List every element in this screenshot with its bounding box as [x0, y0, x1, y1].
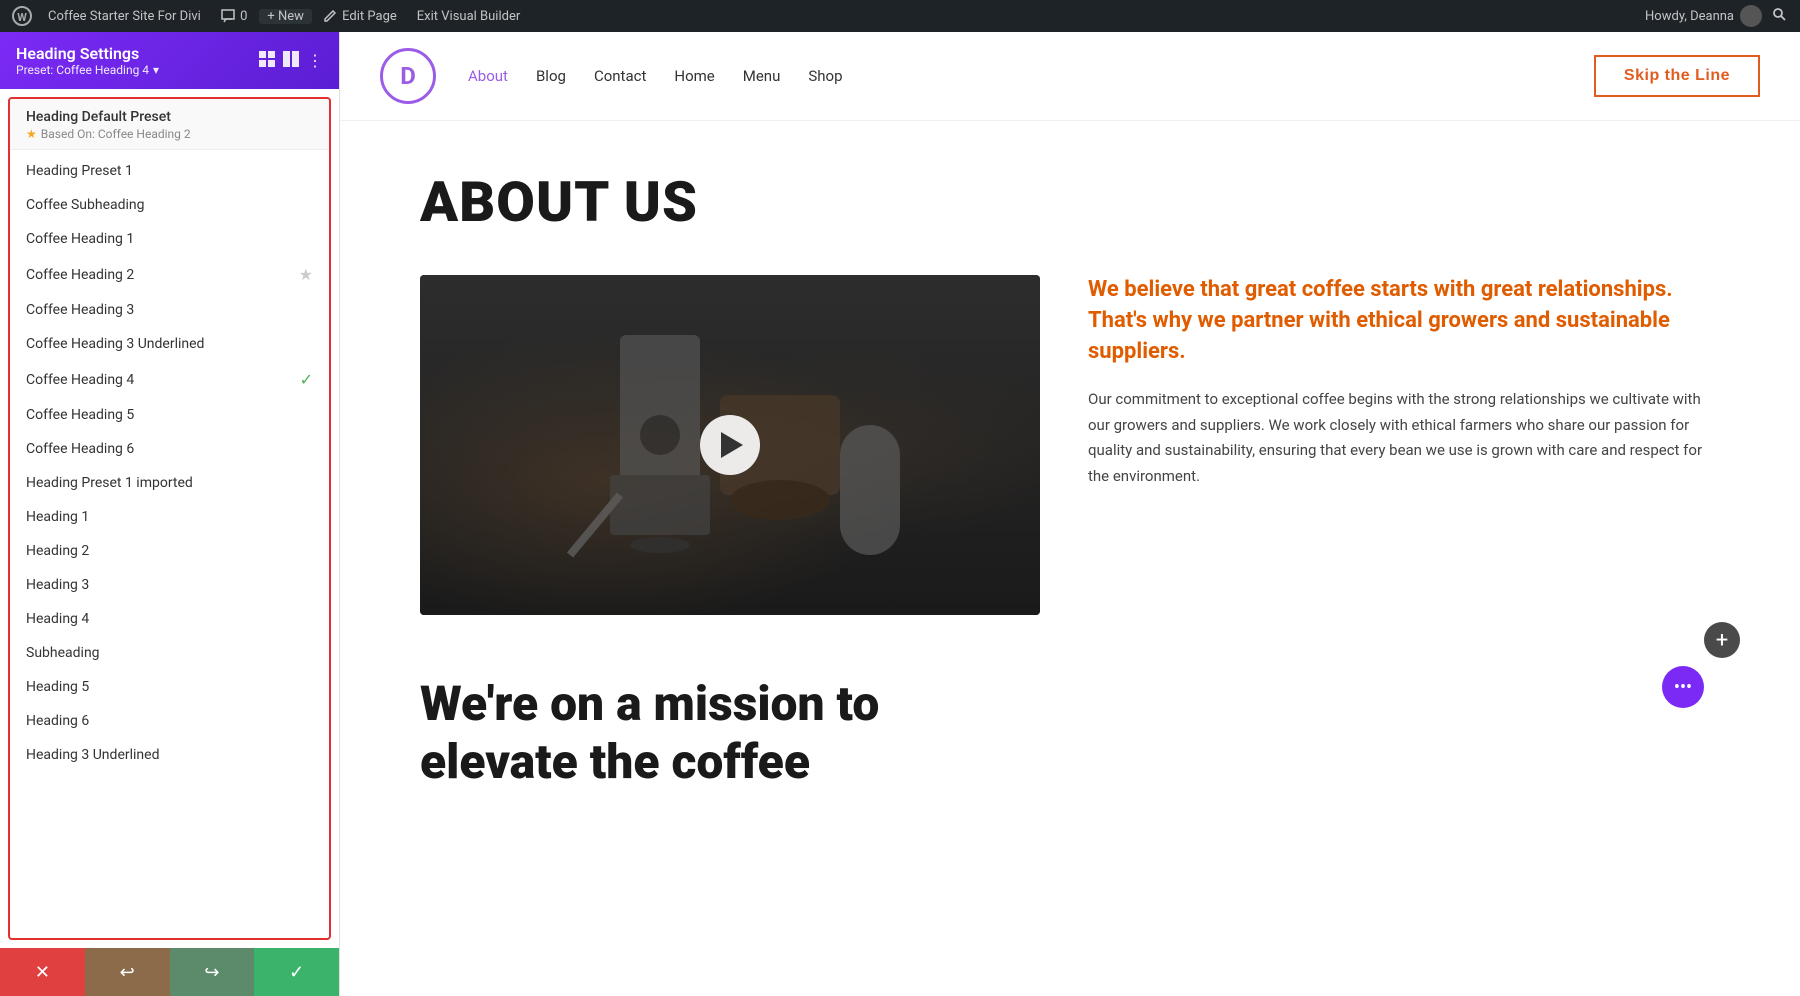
undo-button[interactable]: ↩	[85, 948, 170, 996]
new-button[interactable]: + New	[259, 9, 312, 24]
list-item[interactable]: Subheading	[10, 636, 329, 670]
columns-icon[interactable]	[283, 51, 299, 71]
body-text: Our commitment to exceptional coffee beg…	[1088, 387, 1720, 489]
list-item[interactable]: Heading Preset 1 imported	[10, 466, 329, 500]
nav-blog[interactable]: Blog	[536, 67, 566, 85]
comment-count[interactable]: 0	[213, 9, 256, 24]
play-button[interactable]	[700, 415, 760, 475]
cancel-button[interactable]: ✕	[0, 948, 85, 996]
content-area: D About Blog Contact Home Menu Shop Skip…	[340, 32, 1800, 996]
nav-shop[interactable]: Shop	[808, 67, 842, 85]
star-icon: ★	[299, 265, 313, 284]
grid-icon[interactable]	[259, 51, 275, 71]
nav-about[interactable]: About	[468, 67, 508, 85]
orange-quote-text: We believe that great coffee starts with…	[1088, 275, 1720, 367]
default-preset-group: Heading Default Preset ★ Based On: Coffe…	[10, 99, 329, 150]
mission-heading: We're on a mission to elevate the coffee	[420, 675, 1020, 790]
list-item[interactable]: Coffee Heading 1	[10, 222, 329, 256]
text-block: We believe that great coffee starts with…	[1088, 275, 1720, 615]
page-heading: ABOUT US	[420, 169, 1720, 235]
star-icon: ★	[26, 127, 37, 141]
list-item[interactable]: Coffee Heading 2 ★	[10, 256, 329, 293]
exit-builder-link[interactable]: Exit Visual Builder	[409, 9, 528, 24]
add-section-button[interactable]: +	[1704, 622, 1740, 658]
list-item[interactable]: Heading 2	[10, 534, 329, 568]
save-button[interactable]: ✓	[254, 948, 339, 996]
list-item[interactable]: Heading 3 Underlined	[10, 738, 329, 772]
two-column-section: We believe that great coffee starts with…	[420, 275, 1720, 615]
more-options-icon[interactable]: ⋮	[307, 51, 323, 70]
sidebar-header: Heading Settings Preset: Coffee Heading …	[0, 32, 339, 89]
list-item[interactable]: Coffee Subheading	[10, 188, 329, 222]
preset-label[interactable]: Preset: Coffee Heading 4 ▾	[16, 63, 159, 77]
page-content: ABOUT US	[340, 121, 1800, 838]
list-item[interactable]: Coffee Heading 3 Underlined	[10, 327, 329, 361]
list-item[interactable]: Heading 4	[10, 602, 329, 636]
mission-section: We're on a mission to elevate the coffee	[420, 675, 1720, 790]
redo-button[interactable]: ↪	[170, 948, 255, 996]
site-name[interactable]: Coffee Starter Site For Divi	[40, 9, 209, 24]
list-item[interactable]: Coffee Heading 5	[10, 398, 329, 432]
site-logo: D	[380, 48, 436, 104]
default-preset-title: Heading Default Preset	[26, 109, 313, 125]
wp-admin-bar: W Coffee Starter Site For Divi 0 + New E…	[0, 0, 1800, 32]
video-block	[420, 275, 1040, 615]
skip-the-line-button[interactable]: Skip the Line	[1594, 55, 1760, 97]
default-preset-subtitle: ★ Based On: Coffee Heading 2	[26, 127, 313, 141]
list-item[interactable]: Coffee Heading 4 ✓	[10, 361, 329, 398]
preset-list: Heading Default Preset ★ Based On: Coffe…	[8, 97, 331, 940]
list-item[interactable]: Heading 6	[10, 704, 329, 738]
list-item[interactable]: Coffee Heading 3	[10, 293, 329, 327]
list-item[interactable]: Coffee Heading 6	[10, 432, 329, 466]
list-item[interactable]: Heading 5	[10, 670, 329, 704]
howdy-text: Howdy, Deanna	[1645, 5, 1762, 27]
sidebar-bottom-toolbar: ✕ ↩ ↪ ✓	[0, 948, 339, 996]
section-options-button[interactable]: •••	[1662, 666, 1704, 708]
list-item[interactable]: Heading 1	[10, 500, 329, 534]
site-header: D About Blog Contact Home Menu Shop Skip…	[340, 32, 1800, 121]
wp-logo-icon[interactable]: W	[8, 2, 36, 30]
nav-menu[interactable]: Menu	[743, 67, 781, 85]
site-navigation: About Blog Contact Home Menu Shop	[468, 67, 1594, 85]
edit-page-link[interactable]: Edit Page	[316, 9, 405, 24]
check-icon: ✓	[300, 370, 313, 389]
nav-home[interactable]: Home	[674, 67, 714, 85]
chevron-down-icon: ▾	[153, 63, 159, 77]
svg-text:W: W	[17, 11, 27, 24]
user-avatar	[1740, 5, 1762, 27]
play-icon	[721, 432, 743, 458]
list-item[interactable]: Heading 3	[10, 568, 329, 602]
nav-contact[interactable]: Contact	[594, 67, 646, 85]
panel-title: Heading Settings	[16, 44, 159, 63]
heading-settings-panel: Heading Settings Preset: Coffee Heading …	[0, 32, 340, 996]
preset-items-section: Heading Preset 1 Coffee Subheading Coffe…	[10, 150, 329, 776]
list-item[interactable]: Heading Preset 1	[10, 154, 329, 188]
search-icon[interactable]	[1766, 7, 1792, 25]
